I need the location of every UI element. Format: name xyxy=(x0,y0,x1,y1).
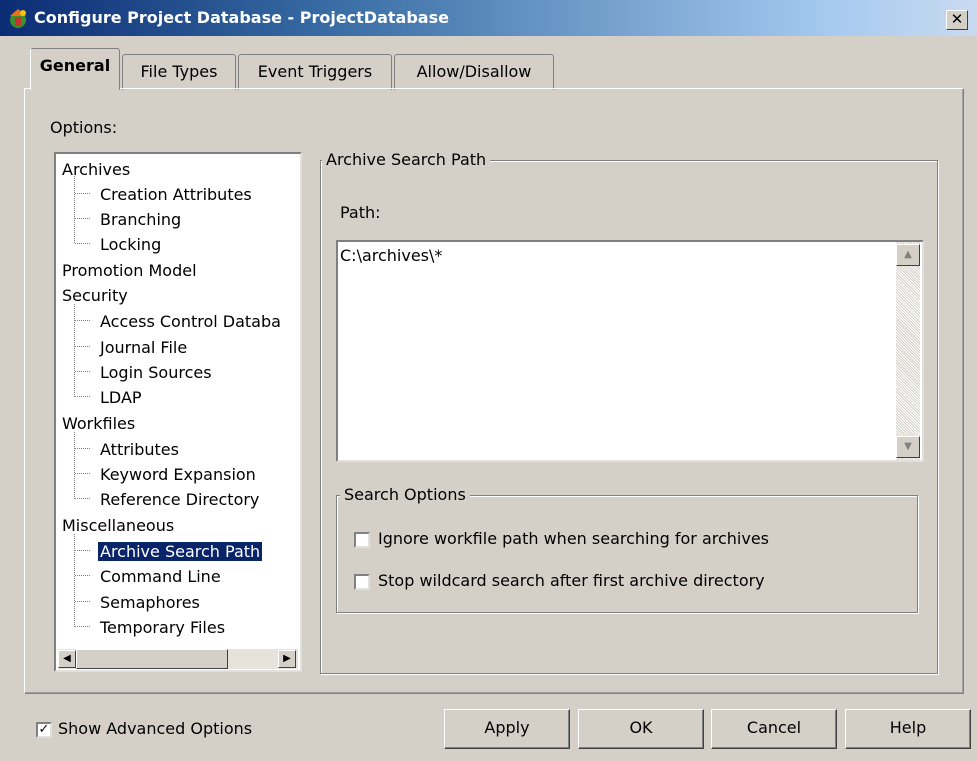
search-options-group xyxy=(336,495,918,613)
show-advanced-options-label[interactable]: Show Advanced Options xyxy=(58,719,252,738)
close-button[interactable]: ✕ xyxy=(946,10,968,30)
scroll-right-icon[interactable]: ▶ xyxy=(278,650,296,668)
tree-horizontal-scrollbar[interactable]: ◀ ▶ xyxy=(58,649,298,669)
path-vertical-scrollbar[interactable]: ▲ ▼ xyxy=(896,242,920,460)
tree-item-security[interactable]: Security xyxy=(62,284,128,309)
tree-item-temporary-files[interactable]: Temporary Files xyxy=(100,616,225,641)
tree-item-command-line[interactable]: Command Line xyxy=(100,565,221,590)
title-bar[interactable]: Configure Project Database - ProjectData… xyxy=(0,0,977,36)
tree-item-miscellaneous[interactable]: Miscellaneous xyxy=(62,514,174,539)
ignore-workfile-path-checkbox[interactable] xyxy=(354,532,370,548)
tab-general[interactable]: General xyxy=(30,48,120,90)
tab-file-types[interactable]: File Types xyxy=(122,54,236,90)
options-label: Options: xyxy=(50,118,118,137)
configure-project-database-dialog: Configure Project Database - ProjectData… xyxy=(0,0,977,761)
scroll-thumb[interactable] xyxy=(76,649,228,669)
tree-item-creation-attributes[interactable]: Creation Attributes xyxy=(100,183,252,208)
options-tree[interactable]: Archives Creation Attributes Branching L… xyxy=(54,152,302,672)
tree-item-archives[interactable]: Archives xyxy=(62,158,130,183)
tree-item-keyword-expansion[interactable]: Keyword Expansion xyxy=(100,463,256,488)
help-button[interactable]: Help xyxy=(845,709,971,749)
cancel-button[interactable]: Cancel xyxy=(711,709,837,749)
tree-item-reference-directory[interactable]: Reference Directory xyxy=(100,488,259,513)
archive-search-path-title: Archive Search Path xyxy=(322,150,491,170)
ok-button[interactable]: OK xyxy=(578,709,704,749)
ignore-workfile-path-label[interactable]: Ignore workfile path when searching for … xyxy=(378,529,769,548)
path-label: Path: xyxy=(340,203,381,222)
tree-item-semaphores[interactable]: Semaphores xyxy=(100,591,200,616)
apply-button[interactable]: Apply xyxy=(444,709,570,749)
tab-allow-disallow[interactable]: Allow/Disallow xyxy=(394,54,554,90)
tree-item-access-control-database[interactable]: Access Control Databa xyxy=(100,310,281,335)
stop-wildcard-search-checkbox[interactable] xyxy=(354,574,370,590)
show-advanced-options-checkbox[interactable]: ✓ xyxy=(36,722,52,738)
scroll-up-icon[interactable]: ▲ xyxy=(896,244,920,266)
tree-item-workfiles[interactable]: Workfiles xyxy=(62,412,135,437)
tree-item-promotion-model[interactable]: Promotion Model xyxy=(62,259,197,284)
tree-item-attributes[interactable]: Attributes xyxy=(100,438,179,463)
stop-wildcard-search-label[interactable]: Stop wildcard search after first archive… xyxy=(378,571,765,590)
tree-item-ldap[interactable]: LDAP xyxy=(100,386,142,411)
window-title: Configure Project Database - ProjectData… xyxy=(34,8,449,27)
tree-item-journal-file[interactable]: Journal File xyxy=(100,336,187,361)
search-options-title: Search Options xyxy=(340,485,470,505)
tree-item-branching[interactable]: Branching xyxy=(100,208,181,233)
tree-item-locking[interactable]: Locking xyxy=(100,233,161,258)
path-value: C:\archives\* xyxy=(340,246,443,265)
scroll-left-icon[interactable]: ◀ xyxy=(58,650,76,668)
path-textarea[interactable]: C:\archives\* ▲ ▼ xyxy=(336,240,924,462)
app-icon xyxy=(10,9,26,28)
close-icon: ✕ xyxy=(950,10,964,28)
tab-event-triggers[interactable]: Event Triggers xyxy=(238,54,392,90)
tree-item-login-sources[interactable]: Login Sources xyxy=(100,361,212,386)
scroll-down-icon[interactable]: ▼ xyxy=(896,436,920,458)
tree-item-archive-search-path[interactable]: Archive Search Path xyxy=(98,540,263,565)
